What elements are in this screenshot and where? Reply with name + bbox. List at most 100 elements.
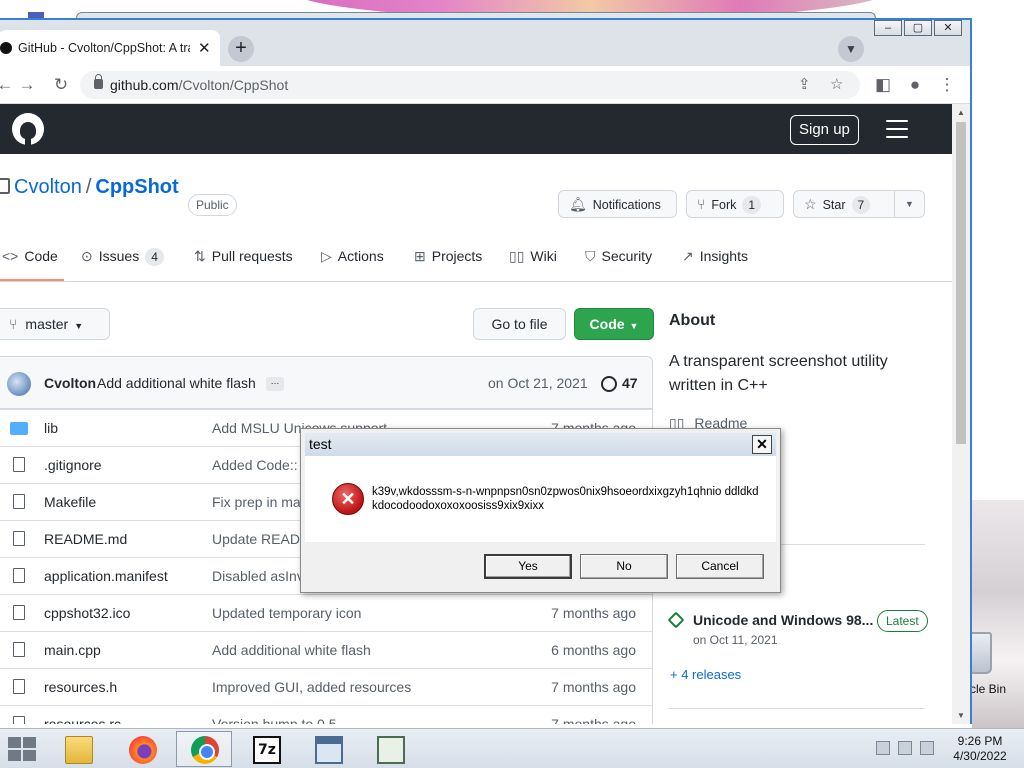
address-bar[interactable]: github.com/Cvolton/CppShot ⇪ ☆ — [80, 71, 860, 99]
commit-author-link[interactable]: Cvolton — [44, 375, 96, 391]
repo-owner-link[interactable]: Cvolton — [14, 176, 82, 198]
reload-button[interactable]: ↻ — [50, 74, 72, 96]
browser-menu-button[interactable]: ⋮ — [936, 74, 958, 96]
folder-icon — [65, 736, 93, 764]
url-text[interactable]: github.com/Cvolton/CppShot — [110, 77, 288, 93]
commit-count[interactable]: 47 — [622, 375, 638, 391]
history-icon[interactable] — [601, 376, 617, 392]
repo-name-link[interactable]: CppShot — [95, 176, 178, 198]
branch-select-button[interactable]: ⑂ master ▼ — [0, 308, 110, 340]
start-button[interactable] — [8, 737, 38, 761]
profile-icon[interactable]: ● — [904, 74, 926, 96]
lock-icon[interactable] — [94, 74, 103, 89]
scrollbar-thumb[interactable] — [956, 122, 966, 444]
page-scrollbar[interactable]: ▲ ▼ — [952, 104, 970, 724]
network-icon[interactable] — [898, 741, 912, 755]
tab-actions[interactable]: ▷ Actions — [321, 248, 384, 265]
file-commit-message-link[interactable]: Add additional white flash — [212, 642, 371, 658]
file-commit-message-link[interactable]: Update READ — [212, 531, 300, 547]
tab-issues[interactable]: ⊙ Issues 4 — [81, 248, 164, 266]
about-divider — [669, 708, 925, 709]
bookmark-star-icon[interactable]: ☆ — [830, 75, 843, 93]
cancel-button[interactable]: Cancel — [676, 554, 764, 579]
star-button[interactable]: ☆ Star 7 ▼ — [793, 190, 925, 218]
file-name-link[interactable]: cppshot32.ico — [44, 605, 130, 621]
volume-muted-icon[interactable] — [920, 741, 934, 755]
file-name-link[interactable]: main.cpp — [44, 642, 101, 658]
file-name-link[interactable]: lib — [44, 420, 58, 436]
tab-security-label: Security — [601, 248, 653, 264]
commit-message-link[interactable]: Add additional white flash — [97, 375, 256, 391]
sign-up-button[interactable]: Sign up — [790, 115, 859, 145]
tab-insights-label: Insights — [699, 248, 748, 264]
forward-button[interactable]: → — [16, 74, 38, 96]
avatar[interactable] — [7, 372, 31, 396]
back-button[interactable]: ← — [0, 74, 16, 96]
dialog-close-button[interactable]: ✕ — [752, 435, 772, 454]
file-name-link[interactable]: Makefile — [44, 494, 96, 510]
file-icon — [13, 531, 25, 546]
hamburger-menu-icon[interactable] — [886, 120, 908, 138]
github-page: Sign up Cvolton / CppShot Public 🔔︎ Notific… — [0, 104, 952, 724]
file-commit-message-link[interactable]: Disabled asInv — [212, 568, 304, 584]
table-row[interactable]: resources.rc Version bump to 0.5 7 months … — [0, 705, 652, 724]
new-tab-button[interactable]: + — [228, 36, 254, 62]
taskbar-explorer[interactable] — [50, 731, 106, 767]
release-name-link[interactable]: Unicode and Windows 98... — [693, 612, 873, 628]
side-panel-icon[interactable]: ◧ — [872, 74, 894, 96]
commit-expand-button[interactable]: … — [266, 377, 284, 391]
branch-icon: ⑂ — [9, 316, 18, 332]
tab-projects[interactable]: ⊞ Projects — [414, 248, 482, 265]
tab-pull-requests[interactable]: ⇅ Pull requests — [194, 248, 293, 265]
table-row[interactable]: main.cpp Add additional white flash 6 mont… — [0, 631, 652, 668]
file-name-link[interactable]: resources.rc — [44, 716, 121, 724]
tab-wiki[interactable]: ▯▯ Wiki — [509, 248, 557, 265]
code-download-button[interactable]: Code ▼ — [574, 308, 654, 340]
table-row[interactable]: resources.h Improved GUI, added resources… — [0, 668, 652, 705]
repo-separator: / — [85, 176, 92, 198]
action-center-icon[interactable] — [876, 741, 890, 755]
recycle-bin-label[interactable]: cle Bin — [970, 682, 1006, 696]
star-dropdown-icon[interactable]: ▼ — [894, 191, 914, 217]
file-name-link[interactable]: README.md — [44, 531, 127, 547]
yes-button[interactable]: Yes — [484, 554, 572, 579]
file-commit-message-link[interactable]: Version bump to 0.5 — [212, 716, 337, 724]
file-icon — [13, 679, 25, 694]
table-row[interactable]: cppshot32.ico Updated temporary icon 7 mon… — [0, 594, 652, 631]
tab-insights[interactable]: ↗ Insights — [682, 248, 748, 265]
taskbar-notepad[interactable] — [362, 731, 418, 767]
file-commit-message-link[interactable]: Added Code:: — [212, 457, 298, 473]
no-button[interactable]: No — [580, 554, 668, 579]
tab-code-label: Code — [24, 248, 58, 264]
taskbar-window[interactable] — [300, 731, 356, 767]
scroll-up-icon[interactable]: ▲ — [957, 108, 965, 117]
file-icon — [13, 642, 25, 657]
tab-code[interactable]: <> Code — [2, 248, 58, 264]
file-commit-message-link[interactable]: Improved GUI, added resources — [212, 679, 411, 695]
releases-link[interactable]: + 4 releases — [670, 667, 741, 682]
play-icon: ▷ — [321, 248, 332, 264]
fork-button[interactable]: ⑂ Fork 1 — [686, 190, 784, 218]
taskbar-7zip[interactable]: 7z — [238, 731, 294, 767]
github-logo-icon[interactable] — [12, 113, 44, 145]
tab-security[interactable]: ⛉ Security — [585, 248, 652, 265]
file-commit-message-link[interactable]: Fix prep in ma — [212, 494, 301, 510]
scroll-down-icon[interactable]: ▼ — [957, 711, 965, 720]
dialog-title-bar[interactable]: test ✕ — [305, 433, 776, 456]
notifications-label: Notifications — [592, 198, 661, 212]
firefox-icon — [129, 736, 157, 764]
taskbar-chrome[interactable] — [176, 731, 232, 767]
tab-search-button[interactable]: ▼ — [838, 36, 864, 62]
file-commit-message-link[interactable]: Updated temporary icon — [212, 605, 361, 621]
notifications-button[interactable]: 🔔︎ Notifications — [558, 190, 677, 218]
browser-tab-github[interactable]: GitHub - Cvolton/CppShot: A tra ✕ — [0, 30, 220, 66]
file-name-link[interactable]: .gitignore — [44, 457, 102, 473]
file-name-link[interactable]: resources.h — [44, 679, 117, 695]
taskbar-clock[interactable]: 9:26 PM 4/30/2022 — [950, 734, 1010, 764]
go-to-file-button[interactable]: Go to file — [473, 308, 566, 340]
url-path: /Cvolton/CppShot — [178, 77, 289, 93]
file-name-link[interactable]: application.manifest — [44, 568, 168, 584]
share-icon[interactable]: ⇪ — [798, 75, 811, 93]
taskbar-firefox[interactable] — [114, 731, 170, 767]
tab-close-icon[interactable]: ✕ — [198, 39, 211, 57]
